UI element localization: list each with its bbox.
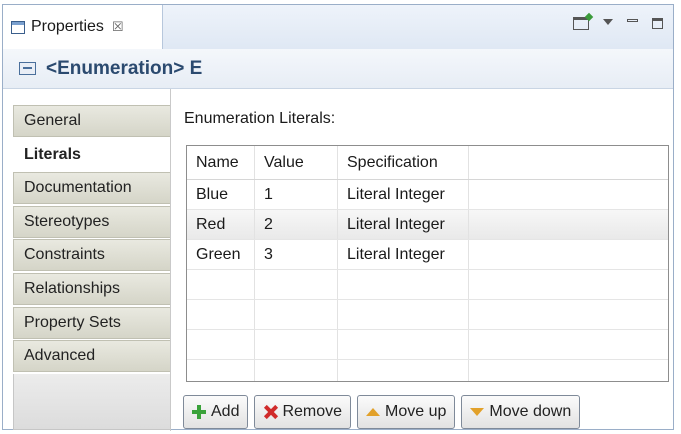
empty-row bbox=[187, 330, 668, 360]
properties-tab-label: Properties bbox=[31, 18, 104, 35]
enumeration-icon bbox=[19, 62, 36, 75]
view-toolbar bbox=[573, 17, 663, 30]
empty-row bbox=[187, 300, 668, 330]
sidebar-item-literals[interactable]: Literals bbox=[13, 138, 171, 171]
cell-name: Blue bbox=[187, 180, 255, 209]
sidebar-item-documentation[interactable]: Documentation bbox=[13, 172, 171, 205]
view-menu-icon[interactable] bbox=[603, 18, 613, 25]
sidebar-item-relationships[interactable]: Relationships bbox=[13, 272, 171, 305]
close-icon[interactable]: ☒ bbox=[112, 19, 124, 35]
cell-name: Red bbox=[187, 210, 255, 239]
literals-section-label: Enumeration Literals: bbox=[184, 110, 336, 127]
cell-value: 3 bbox=[255, 240, 338, 269]
move-down-button[interactable]: Move down bbox=[461, 395, 581, 429]
table-row[interactable]: Green 3 Literal Integer bbox=[187, 240, 668, 270]
divider bbox=[170, 89, 171, 431]
move-down-button-label: Move down bbox=[489, 403, 572, 420]
properties-tab[interactable]: Properties ☒ bbox=[3, 5, 163, 49]
side-tabs: General Literals Documentation Stereotyp… bbox=[13, 105, 171, 430]
sidebar-item-advanced[interactable]: Advanced bbox=[13, 340, 171, 373]
remove-button-label: Remove bbox=[282, 403, 343, 420]
properties-header: <Enumeration> E bbox=[3, 49, 673, 89]
column-header-specification[interactable]: Specification bbox=[338, 146, 469, 179]
sidebar-item-constraints[interactable]: Constraints bbox=[13, 239, 171, 272]
empty-row bbox=[187, 360, 668, 381]
page-title: <Enumeration> E bbox=[46, 57, 203, 79]
arrow-down-icon bbox=[470, 408, 485, 416]
cell-specification: Literal Integer bbox=[338, 210, 469, 239]
sidebar-item-general[interactable]: General bbox=[13, 105, 171, 137]
remove-button[interactable]: Remove bbox=[254, 395, 352, 429]
sidebar-item-stereotypes[interactable]: Stereotypes bbox=[13, 205, 171, 238]
column-header-filler bbox=[469, 146, 668, 179]
cell-specification: Literal Integer bbox=[338, 180, 469, 209]
literals-table[interactable]: Name Value Specification Blue 1 Literal … bbox=[186, 145, 669, 382]
table-header-row: Name Value Specification bbox=[187, 146, 668, 180]
minimize-icon[interactable] bbox=[627, 19, 638, 22]
column-header-value[interactable]: Value bbox=[255, 146, 338, 179]
sidebar-filler bbox=[13, 373, 171, 430]
cell-value: 1 bbox=[255, 180, 338, 209]
cell-filler bbox=[469, 210, 668, 239]
table-row[interactable]: Blue 1 Literal Integer bbox=[187, 180, 668, 210]
view-tab-strip: Properties ☒ bbox=[3, 5, 673, 50]
properties-icon bbox=[11, 20, 25, 34]
add-button[interactable]: Add bbox=[183, 395, 249, 429]
move-up-button-label: Move up bbox=[385, 403, 447, 420]
plus-icon bbox=[192, 405, 206, 419]
cell-name: Green bbox=[187, 240, 255, 269]
cell-filler bbox=[469, 180, 668, 209]
table-row-selected[interactable]: Red 2 Literal Integer bbox=[187, 210, 668, 240]
arrow-up-icon bbox=[366, 408, 381, 416]
properties-view: Properties ☒ <Enumeration> E General Lit… bbox=[2, 4, 674, 431]
x-icon bbox=[263, 405, 277, 419]
move-up-button[interactable]: Move up bbox=[357, 395, 456, 429]
column-header-name[interactable]: Name bbox=[187, 146, 255, 179]
cell-filler bbox=[469, 240, 668, 269]
add-button-label: Add bbox=[211, 403, 240, 420]
cell-value: 2 bbox=[255, 210, 338, 239]
pin-view-icon[interactable] bbox=[573, 17, 589, 30]
maximize-icon[interactable] bbox=[652, 18, 663, 29]
sidebar-item-property-sets[interactable]: Property Sets bbox=[13, 306, 171, 339]
empty-row bbox=[187, 270, 668, 300]
cell-specification: Literal Integer bbox=[338, 240, 469, 269]
button-bar: Add Remove Move up Move down bbox=[183, 395, 581, 429]
